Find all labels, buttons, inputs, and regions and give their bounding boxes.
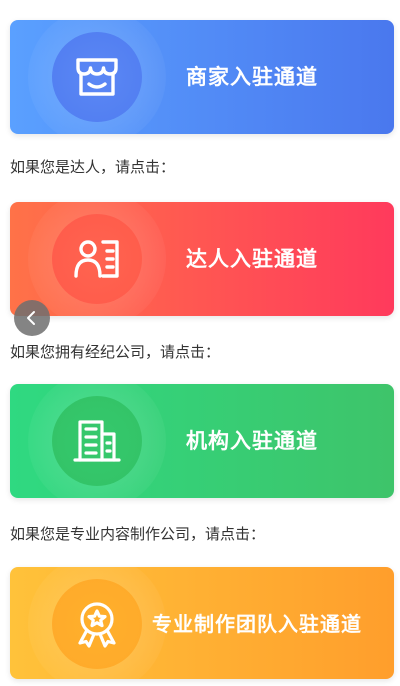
storefront-icon [76, 58, 118, 96]
studio-entry-label: 专业制作团队入驻通道 [152, 612, 362, 636]
merchant-entry-button[interactable]: 商家入驻通道 [10, 20, 394, 134]
icon-badge [52, 579, 142, 669]
studio-prompt-text: 如果您是专业内容制作公司，请点击： [10, 525, 266, 543]
office-building-icon [73, 420, 121, 462]
entry-channel-page: 商家入驻通道 如果您是达人，请点击： 达人入驻通道 如果您拥有经纪公司，请点击： [0, 0, 400, 686]
agency-entry-label: 机构入驻通道 [186, 429, 318, 453]
icon-badge [52, 32, 142, 122]
influencer-entry-button[interactable]: 达人入驻通道 [10, 202, 394, 316]
award-medal-icon [78, 602, 116, 648]
agency-entry-button[interactable]: 机构入驻通道 [10, 384, 394, 498]
icon-badge [52, 214, 142, 304]
influencer-prompt-text: 如果您是达人，请点击： [10, 158, 176, 176]
studio-entry-button[interactable]: 专业制作团队入驻通道 [10, 567, 394, 679]
influencer-entry-label: 达人入驻通道 [186, 247, 318, 271]
icon-badge [52, 396, 142, 486]
merchant-entry-label: 商家入驻通道 [186, 65, 318, 89]
back-button[interactable] [14, 300, 50, 336]
person-profile-icon [74, 240, 119, 278]
chevron-left-icon [27, 311, 35, 325]
agency-prompt-text: 如果您拥有经纪公司，请点击： [10, 343, 221, 361]
